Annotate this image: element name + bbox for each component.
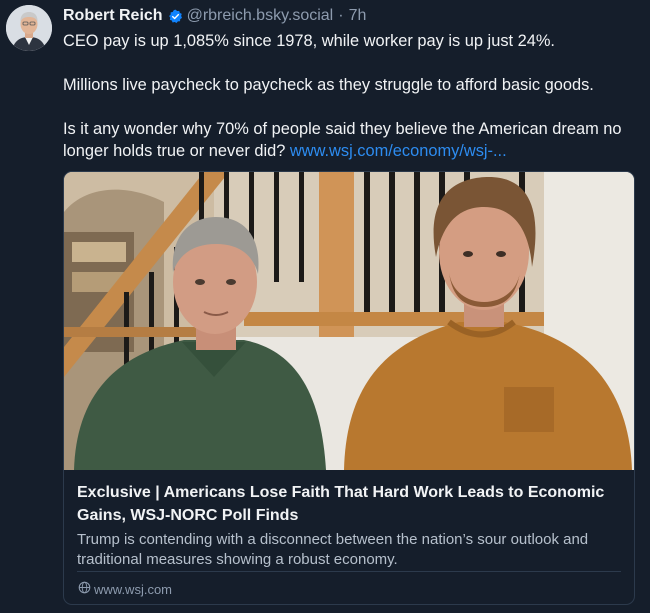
post-paragraph: Millions live paycheck to paycheck as th… — [63, 76, 594, 94]
post-paragraph: Is it any wonder why 70% of people said … — [63, 118, 643, 162]
post: Robert Reich @rbreich.bsky.social · 7h C… — [0, 0, 650, 613]
link-preview-body: Exclusive | Americans Lose Faith That Ha… — [77, 481, 625, 570]
post-header: Robert Reich @rbreich.bsky.social · 7h — [63, 5, 366, 27]
verified-check-icon — [168, 9, 183, 24]
card-divider — [77, 571, 621, 572]
avatar[interactable] — [6, 5, 52, 51]
author-handle[interactable]: @rbreich.bsky.social — [187, 7, 334, 25]
link-preview-domain-text: www.wsj.com — [94, 581, 173, 597]
link-preview-description: Trump is contending with a disconnect be… — [77, 531, 589, 568]
avatar-image — [6, 5, 52, 51]
link-preview-title[interactable]: Exclusive | Americans Lose Faith That Ha… — [77, 481, 625, 527]
globe-icon — [78, 581, 94, 597]
link-preview-domain: www.wsj.com — [78, 580, 172, 598]
post-timestamp[interactable]: 7h — [349, 7, 367, 25]
link-preview-card[interactable]: Exclusive | Americans Lose Faith That Ha… — [63, 171, 635, 605]
post-text: CEO pay is up 1,085% since 1978, while w… — [63, 30, 643, 162]
separator: · — [338, 7, 344, 24]
post-paragraph: CEO pay is up 1,085% since 1978, while w… — [63, 32, 555, 50]
post-link[interactable]: www.wsj.com/economy/wsj-... — [290, 142, 507, 160]
author-name[interactable]: Robert Reich — [63, 7, 163, 25]
link-preview-image[interactable] — [64, 172, 634, 470]
